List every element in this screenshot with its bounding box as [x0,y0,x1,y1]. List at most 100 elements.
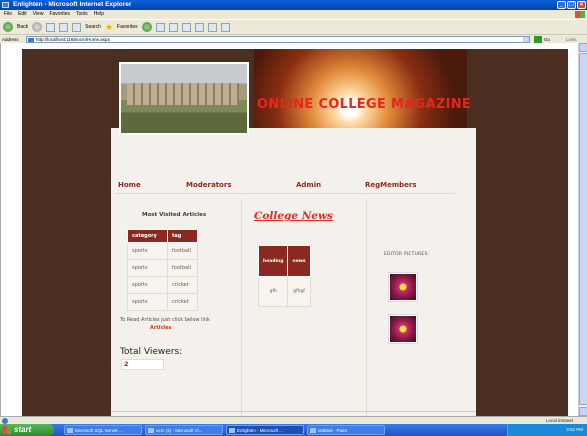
table-cell: gfhgf [287,276,311,307]
nav-moderators[interactable]: Moderators [186,181,231,189]
page-icon [28,38,34,42]
site-title: ONLINE COLLEGE MAGAZINE [257,97,472,112]
minimize-button[interactable]: _ [557,1,566,9]
footer-divider [111,411,476,412]
address-label: Address [2,37,19,42]
sql-server-icon [67,428,73,433]
scroll-thumb[interactable] [579,53,587,405]
table-cell: gfh [257,276,289,307]
windows-logo-icon [575,11,585,18]
visual-studio-icon [148,428,154,433]
address-input[interactable]: http://localhost:1165/ocm/Home.aspx [26,36,530,43]
nav-regmembers[interactable]: RegMembers [365,181,417,189]
favorites-star-icon[interactable]: ★ [105,22,113,33]
table-cell: sports [127,293,168,311]
column-header-category: category [127,229,168,243]
column-divider [366,199,367,416]
edit-icon[interactable] [194,22,204,32]
taskbar-item-label: Enlighten - Microsoft ... [237,428,284,433]
mail-icon[interactable] [168,22,178,32]
articles-link[interactable]: Articles [150,325,171,331]
menu-edit[interactable]: Edit [18,10,27,19]
address-url: http://localhost:1165/ocm/Home.aspx [36,37,110,42]
maximize-button[interactable]: □ [567,1,576,9]
window-title: Enlighten - Microsoft Internet Explorer [13,1,132,8]
start-button[interactable]: start [0,424,54,436]
search-button[interactable]: Search [85,24,101,30]
folder-icon[interactable] [207,22,217,32]
nav-home[interactable]: Home [118,181,141,189]
table-cell: sports [127,276,168,294]
taskbar-item-label: Microsoft SQL Server ... [75,428,123,433]
editor-picture[interactable] [388,272,418,302]
go-icon[interactable] [534,36,542,43]
print-icon[interactable] [181,22,191,32]
menu-file[interactable]: File [4,10,12,19]
media-icon[interactable] [141,22,152,32]
back-icon[interactable] [3,22,13,32]
taskbar: start Microsoft SQL Server ... ocm (2) -… [0,424,587,436]
scroll-up-icon[interactable] [579,43,587,52]
table-cell: football [167,259,198,277]
most-visited-table: category tag sports football sports foot… [127,229,198,311]
table-row[interactable]: gfh gfhgf [257,276,311,307]
taskbar-item[interactable]: ocm (2) - Microsoft Vi... [145,425,223,435]
menu-help[interactable]: Help [94,10,104,19]
address-dropdown[interactable] [523,37,529,42]
back-label[interactable]: Back [17,24,28,30]
home-icon[interactable] [72,22,82,32]
paint-icon [310,428,316,433]
college-news-table: heading news gfh gfhgf [257,245,311,307]
vertical-scrollbar[interactable] [578,43,587,416]
nav-divider [115,193,455,194]
college-building-photo [119,62,249,135]
clock[interactable]: 3:52 PM [566,427,583,432]
read-articles-text: To Read Articles just click below link [120,317,210,323]
total-viewers-count: 2 [124,360,129,368]
taskbar-item[interactable]: Microsoft SQL Server ... [64,425,142,435]
messenger-icon[interactable] [220,22,230,32]
nav-admin[interactable]: Admin [296,181,321,189]
column-divider [241,199,242,416]
table-cell: football [167,242,198,260]
status-bar: Local intranet [0,416,587,424]
address-bar: Address http://localhost:1165/ocm/Home.a… [0,34,587,43]
table-row[interactable]: sports football [127,259,198,277]
table-row[interactable]: sports cricket [127,276,198,294]
windows-flag-icon [3,426,11,434]
menu-view[interactable]: View [33,10,44,19]
scroll-down-icon[interactable] [579,407,587,416]
editor-pictures-label: EDITOR PICTURES: [384,252,430,257]
table-cell: sports [127,259,168,277]
table-row[interactable]: sports football [127,242,198,260]
system-tray: 3:52 PM [507,424,587,436]
favorites-button[interactable]: Favorites [117,24,138,30]
college-news-link[interactable]: College News [254,210,333,222]
most-visited-title: Most Visited Articles [142,212,207,218]
ie-task-icon [229,428,235,433]
taskbar-item-label: untitled - Paint [318,428,347,433]
ie-icon [2,2,9,8]
menu-tools[interactable]: Tools [76,10,88,19]
taskbar-item[interactable]: Enlighten - Microsoft ... [226,425,304,435]
column-header-news: news [287,245,311,277]
table-cell: cricket [167,293,198,311]
fountain-banner-image [254,49,467,128]
forward-icon[interactable] [32,22,43,32]
menu-favorites[interactable]: Favorites [49,10,70,19]
close-button[interactable]: × [577,1,586,9]
column-header-tag: tag [167,229,198,243]
table-row[interactable]: sports cricket [127,293,198,311]
history-icon[interactable] [155,22,165,32]
refresh-icon[interactable] [59,22,69,32]
taskbar-item[interactable]: untitled - Paint [307,425,385,435]
table-cell: sports [127,242,168,260]
table-cell: cricket [167,276,198,294]
editor-picture[interactable] [388,314,418,344]
content-area: ONLINE COLLEGE MAGAZINE Home Moderators … [111,49,476,416]
stop-icon[interactable] [46,22,56,32]
column-header-heading: heading [257,245,289,277]
taskbar-item-label: ocm (2) - Microsoft Vi... [156,428,203,433]
toolbar: Back Search ★ Favorites [0,19,587,34]
page-background: ONLINE COLLEGE MAGAZINE Home Moderators … [22,49,568,416]
